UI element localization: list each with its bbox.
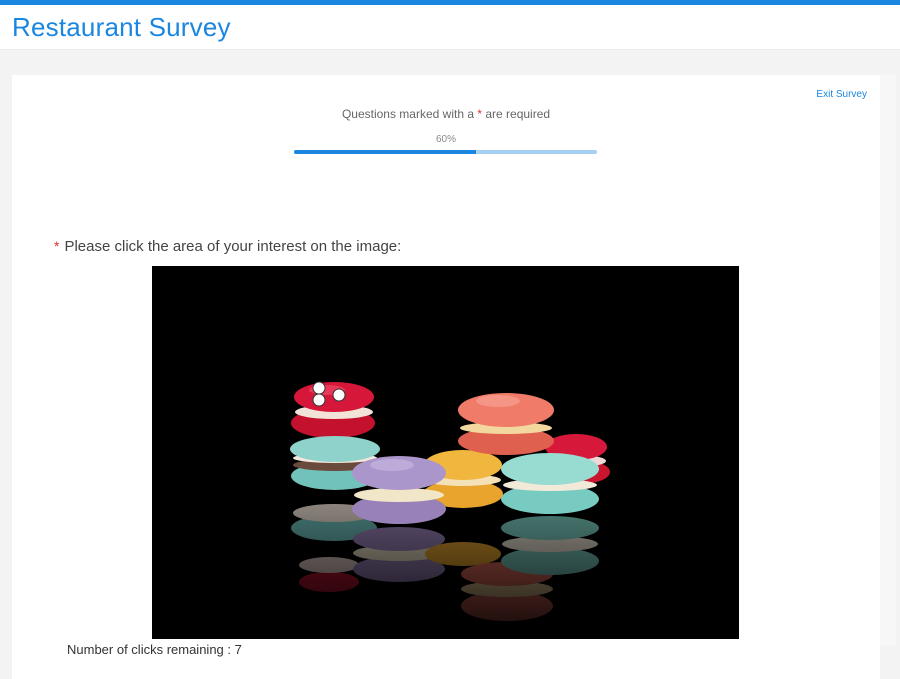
question-label: * Please click the area of your interest …: [54, 238, 401, 255]
click-image-area[interactable]: [152, 266, 739, 639]
right-edge-strip: [880, 75, 896, 645]
survey-card: Exit Survey Questions marked with a * ar…: [12, 75, 880, 679]
click-marker: [332, 388, 346, 402]
progress-fill: [294, 150, 476, 154]
macarons-image[interactable]: [152, 266, 739, 639]
header: Restaurant Survey: [0, 5, 900, 50]
exit-survey-link[interactable]: Exit Survey: [816, 89, 867, 100]
progress-bar: [294, 150, 597, 154]
clicks-remaining: Number of clicks remaining : 7: [67, 642, 242, 657]
progress-label: 60%: [435, 134, 456, 145]
required-note: Questions marked with a * are required: [12, 107, 880, 121]
click-marker: [312, 381, 326, 395]
question-required-star: *: [54, 238, 60, 254]
required-note-suffix: are required: [482, 107, 551, 121]
question-text: Please click the area of your interest o…: [64, 238, 402, 255]
click-marker: [312, 393, 326, 407]
page-title: Restaurant Survey: [12, 12, 231, 42]
required-note-prefix: Questions marked with a: [341, 107, 478, 121]
